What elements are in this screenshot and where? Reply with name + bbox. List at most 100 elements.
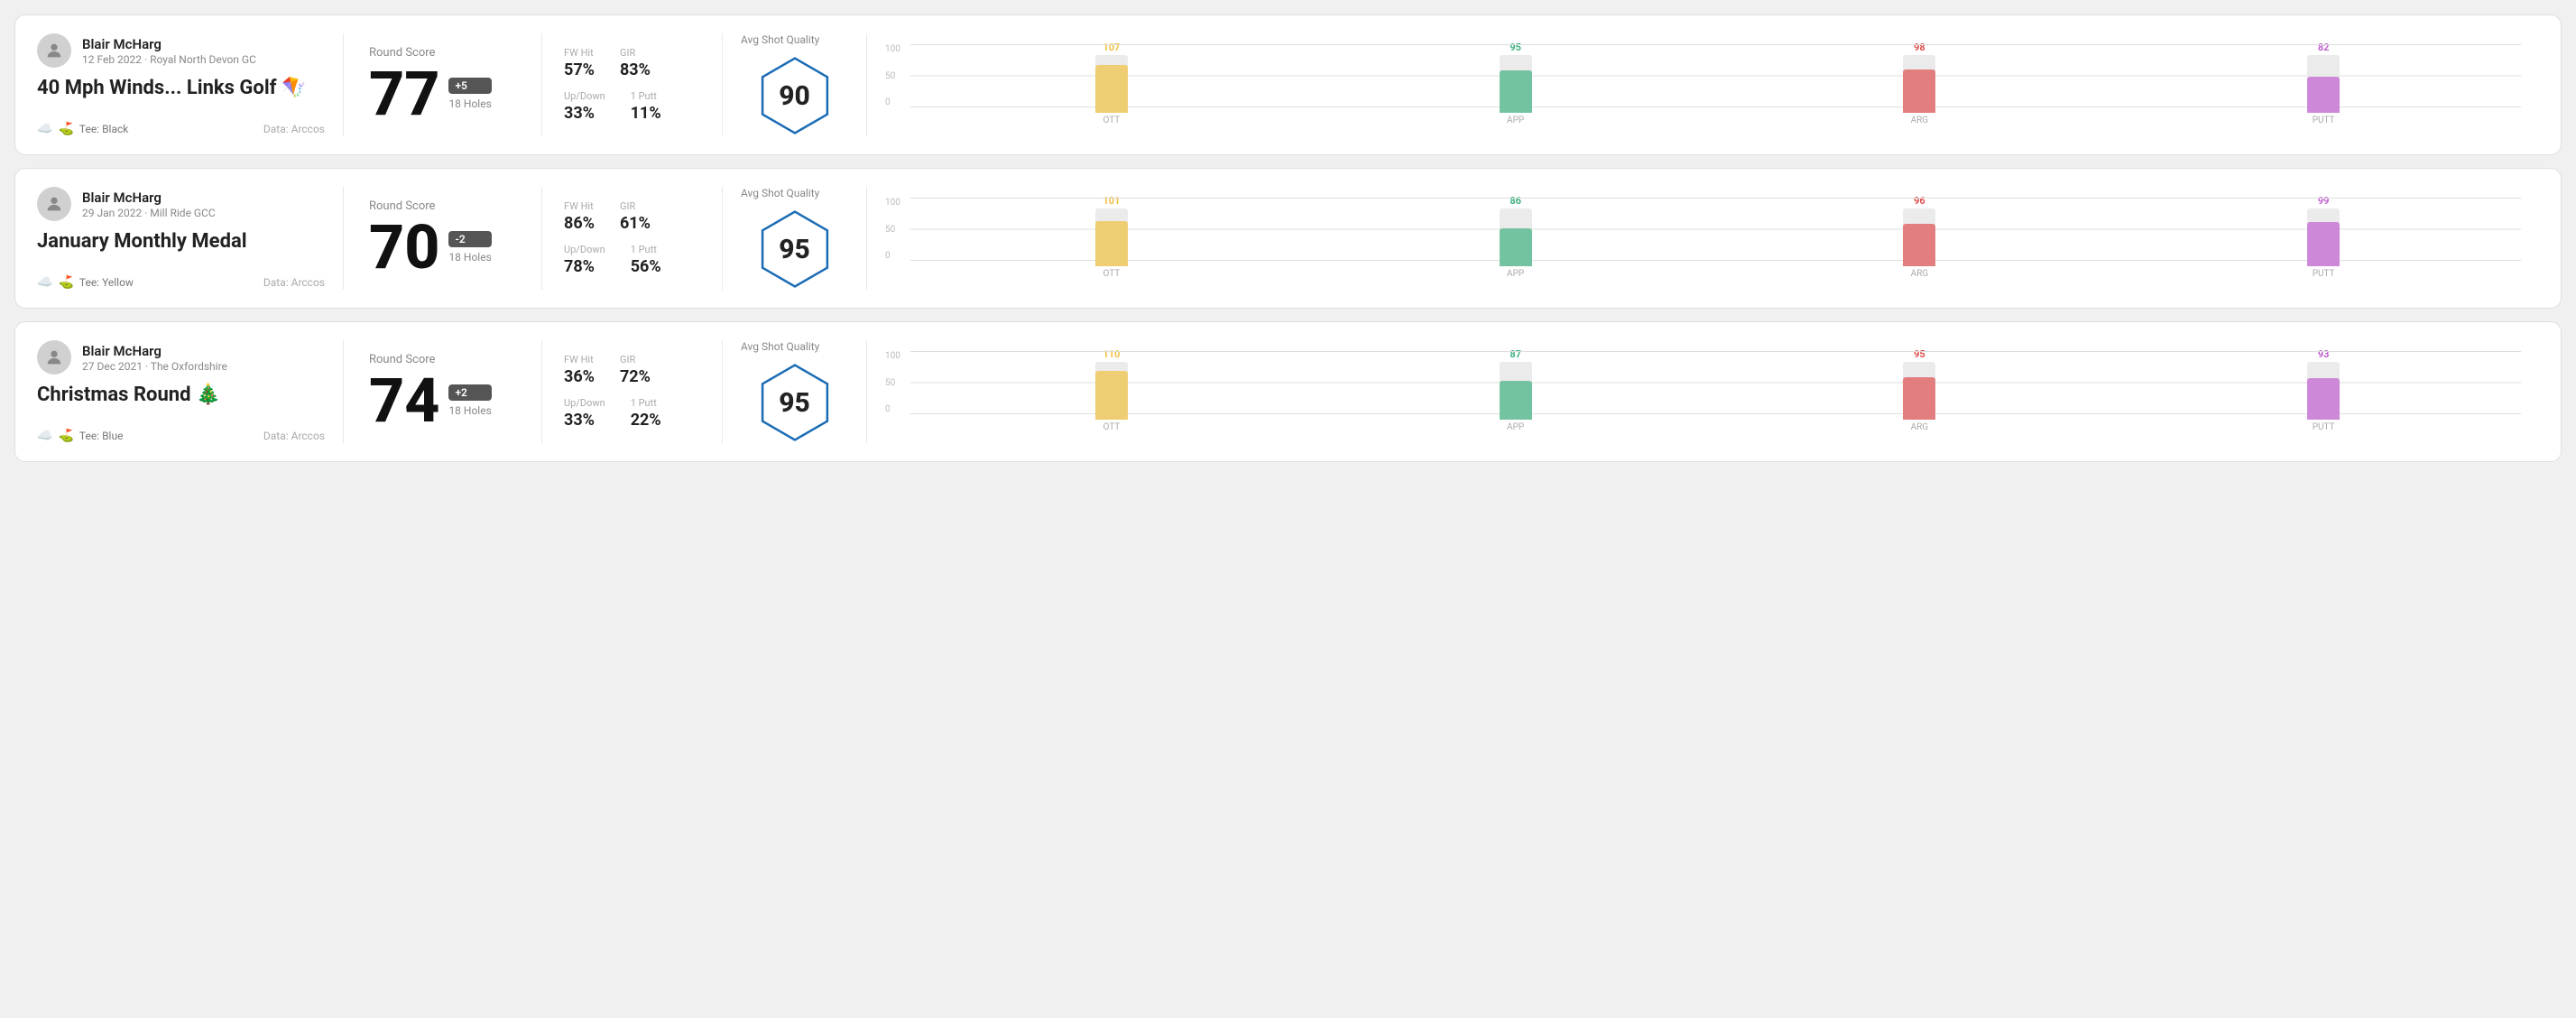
score-row: 77 +5 18 Holes bbox=[369, 63, 516, 125]
user-name: Blair McHarg bbox=[82, 36, 256, 52]
fw-hit-value: 57% bbox=[564, 60, 595, 79]
tee-label: Tee: Black bbox=[79, 123, 128, 135]
date-course: 27 Dec 2021 · The Oxfordshire bbox=[82, 360, 227, 373]
bar-app: 87APP bbox=[1318, 348, 1713, 432]
stats-row-top: FW Hit 86% GIR 61% bbox=[564, 200, 700, 233]
user-row: Blair McHarg 12 Feb 2022 · Royal North D… bbox=[37, 33, 325, 68]
bottom-row: ☁️ ⛳ Tee: Blue Data: Arccos bbox=[37, 429, 325, 443]
gir-stat: GIR 61% bbox=[620, 200, 651, 233]
user-name: Blair McHarg bbox=[82, 343, 227, 359]
round-left-info: Blair McHarg 12 Feb 2022 · Royal North D… bbox=[37, 33, 344, 136]
bar-app: 86APP bbox=[1318, 195, 1713, 279]
fw-hit-stat: FW Hit 57% bbox=[564, 47, 595, 79]
tee-label: Tee: Yellow bbox=[79, 276, 134, 289]
updown-value: 33% bbox=[564, 411, 605, 430]
date-course: 12 Feb 2022 · Royal North Devon GC bbox=[82, 53, 256, 66]
fw-hit-stat: FW Hit 86% bbox=[564, 200, 595, 233]
score-number: 70 bbox=[369, 217, 439, 278]
avatar bbox=[37, 187, 71, 221]
round-left-info: Blair McHarg 27 Dec 2021 · The Oxfordshi… bbox=[37, 340, 344, 443]
bar-arg: 98ARG bbox=[1722, 42, 2118, 125]
bottom-row: ☁️ ⛳ Tee: Yellow Data: Arccos bbox=[37, 275, 325, 290]
hexagon-container: 95 bbox=[754, 362, 836, 443]
stats-row-bottom: Up/Down 33% 1 Putt 22% bbox=[564, 397, 700, 430]
user-name: Blair McHarg bbox=[82, 190, 216, 206]
updown-stat: Up/Down 33% bbox=[564, 397, 605, 430]
oneputt-label: 1 Putt bbox=[631, 90, 661, 102]
data-source: Data: Arccos bbox=[263, 276, 325, 289]
fw-hit-stat: FW Hit 36% bbox=[564, 354, 595, 386]
oneputt-stat: 1 Putt 11% bbox=[631, 90, 661, 123]
stats-row-bottom: Up/Down 78% 1 Putt 56% bbox=[564, 244, 700, 276]
oneputt-value: 22% bbox=[631, 411, 661, 430]
user-info: Blair McHarg 27 Dec 2021 · The Oxfordshi… bbox=[82, 343, 227, 373]
quality-section: Avg Shot Quality 95 bbox=[723, 187, 867, 290]
user-icon bbox=[44, 347, 64, 367]
gir-label: GIR bbox=[620, 47, 651, 59]
updown-label: Up/Down bbox=[564, 90, 605, 102]
tee-info: ☁️ ⛳ Tee: Black bbox=[37, 122, 128, 136]
score-badge: +5 bbox=[448, 78, 491, 94]
round-card-2: Blair McHarg 29 Jan 2022 · Mill Ride GCC… bbox=[14, 168, 2562, 309]
stats-section: FW Hit 36% GIR 72% Up/Down 33% 1 Putt 22… bbox=[542, 340, 723, 443]
bar-arg: 96ARG bbox=[1722, 195, 2118, 279]
bar-chart-round-1: 100500107OTT95APP98ARG82PUTT bbox=[885, 44, 2521, 125]
bar-putt: 99PUTT bbox=[2126, 195, 2521, 279]
quality-label: Avg Shot Quality bbox=[741, 340, 819, 353]
bar-app: 95APP bbox=[1318, 42, 1713, 125]
bar-arg: 95ARG bbox=[1722, 348, 2118, 432]
oneputt-stat: 1 Putt 22% bbox=[631, 397, 661, 430]
chart-section: 100500107OTT95APP98ARG82PUTT bbox=[867, 33, 2539, 136]
updown-stat: Up/Down 78% bbox=[564, 244, 605, 276]
bar-ott: 110OTT bbox=[914, 348, 1309, 432]
chart-section: 100500101OTT86APP96ARG99PUTT bbox=[867, 187, 2539, 290]
updown-label: Up/Down bbox=[564, 244, 605, 255]
round-left-info: Blair McHarg 29 Jan 2022 · Mill Ride GCC… bbox=[37, 187, 344, 290]
quality-section: Avg Shot Quality 95 bbox=[723, 340, 867, 443]
round-title: 40 Mph Winds... Links Golf 🪁 bbox=[37, 77, 325, 99]
gir-label: GIR bbox=[620, 200, 651, 212]
data-source: Data: Arccos bbox=[263, 123, 325, 135]
stats-section: FW Hit 86% GIR 61% Up/Down 78% 1 Putt 56… bbox=[542, 187, 723, 290]
bar-chart-round-3: 100500110OTT87APP95ARG93PUTT bbox=[885, 351, 2521, 432]
quality-label: Avg Shot Quality bbox=[741, 187, 819, 199]
fw-hit-label: FW Hit bbox=[564, 47, 595, 59]
fw-hit-label: FW Hit bbox=[564, 200, 595, 212]
user-icon bbox=[44, 41, 64, 60]
hexagon-score: 90 bbox=[779, 80, 810, 112]
gir-value: 72% bbox=[620, 367, 651, 386]
fw-hit-label: FW Hit bbox=[564, 354, 595, 366]
score-badge: -2 bbox=[448, 231, 491, 247]
holes-label: 18 Holes bbox=[448, 97, 491, 110]
score-number: 74 bbox=[369, 370, 439, 431]
bar-putt: 93PUTT bbox=[2126, 348, 2521, 432]
user-row: Blair McHarg 29 Jan 2022 · Mill Ride GCC bbox=[37, 187, 325, 221]
oneputt-value: 56% bbox=[631, 257, 661, 276]
user-info: Blair McHarg 12 Feb 2022 · Royal North D… bbox=[82, 36, 256, 66]
hexagon-container: 95 bbox=[754, 208, 836, 290]
bar-chart-round-2: 100500101OTT86APP96ARG99PUTT bbox=[885, 198, 2521, 279]
holes-label: 18 Holes bbox=[448, 404, 491, 417]
tee-label: Tee: Blue bbox=[79, 430, 124, 442]
oneputt-value: 11% bbox=[631, 104, 661, 123]
tee-info: ☁️ ⛳ Tee: Yellow bbox=[37, 275, 134, 290]
chart-section: 100500110OTT87APP95ARG93PUTT bbox=[867, 340, 2539, 443]
fw-hit-value: 36% bbox=[564, 367, 595, 386]
hexagon-score: 95 bbox=[779, 234, 810, 265]
round-title: Christmas Round 🎄 bbox=[37, 384, 325, 406]
weather-icon: ☁️ bbox=[37, 275, 52, 290]
score-badge: +2 bbox=[448, 384, 491, 401]
score-detail: -2 18 Holes bbox=[448, 231, 491, 264]
updown-stat: Up/Down 33% bbox=[564, 90, 605, 123]
score-section: Round Score 74 +2 18 Holes bbox=[344, 340, 542, 443]
flag-icon: ⛳ bbox=[58, 122, 73, 136]
oneputt-label: 1 Putt bbox=[631, 244, 661, 255]
hexagon-score: 95 bbox=[779, 387, 810, 419]
stats-row-top: FW Hit 57% GIR 83% bbox=[564, 47, 700, 79]
score-row: 70 -2 18 Holes bbox=[369, 217, 516, 278]
weather-icon: ☁️ bbox=[37, 122, 52, 136]
gir-value: 61% bbox=[620, 214, 651, 233]
flag-icon: ⛳ bbox=[58, 429, 73, 443]
round-title: January Monthly Medal bbox=[37, 230, 325, 253]
score-section: Round Score 77 +5 18 Holes bbox=[344, 33, 542, 136]
